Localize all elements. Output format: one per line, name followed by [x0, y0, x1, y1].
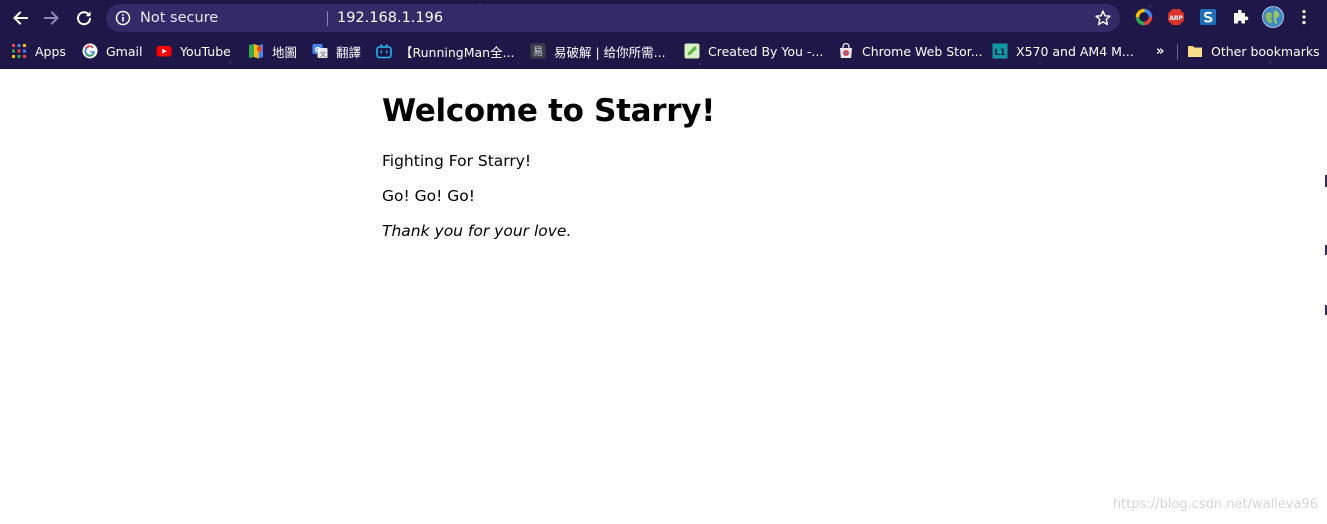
extensions-button[interactable] [1230, 7, 1250, 27]
bookmark-label: X570 and AM4 M... [1016, 43, 1134, 59]
browser-menu-button[interactable] [1294, 7, 1314, 27]
bookmarks-divider [1177, 44, 1178, 60]
profile-avatar[interactable] [1262, 6, 1284, 28]
extension-adblock-plus[interactable]: ABP [1166, 7, 1186, 27]
bookmark-label: Created By You -... [708, 43, 824, 59]
bookmark-yipojie[interactable]: 易 易破解 | 给你所需... [530, 40, 666, 62]
page-line-go: Go! Go! Go! [382, 187, 475, 205]
l1-icon: L1 [992, 43, 1008, 59]
info-icon[interactable] [115, 10, 131, 26]
bookmark-created-by-you[interactable]: Created By You -... [684, 40, 823, 62]
site-yi-icon: 易 [530, 43, 546, 59]
bookmark-other-bookmarks[interactable]: Other bookmarks [1187, 40, 1320, 62]
watermark-text: https://blog.csdn.net/walleva96 [1112, 497, 1318, 512]
reload-button[interactable] [72, 6, 96, 30]
page-content: Welcome to Starry! Fighting For Starry! … [382, 69, 1282, 240]
avatar-earth-icon [1262, 6, 1284, 28]
bookmark-translate[interactable]: G 文 翻譯 [312, 40, 361, 62]
bookmark-maps[interactable]: 地圖 [248, 40, 297, 62]
bookmark-label: 翻譯 [336, 44, 362, 60]
adblock-icon: ABP [1168, 9, 1184, 25]
reload-icon [77, 11, 92, 26]
browser-toolbar: Not secure ABP [0, 0, 1327, 36]
security-status-label[interactable]: Not secure [140, 10, 218, 26]
svg-text:易: 易 [533, 46, 543, 58]
bookmark-youtube[interactable]: YouTube [156, 40, 231, 62]
arrow-left-icon [13, 11, 28, 25]
youtube-icon [156, 43, 172, 59]
page-line-thanks: Thank you for your love. [382, 222, 572, 240]
translate-icon: G 文 [312, 43, 328, 59]
color-ring-icon [1135, 8, 1153, 26]
arrow-right-icon [44, 11, 59, 25]
omnibox-divider [327, 11, 328, 26]
bookmark-label: Gmail [106, 43, 143, 59]
bookmarks-bar: Apps Gmail YouTube 地圖 G 文 翻譯 【RunningMan… [0, 38, 1327, 64]
bookmark-label: Chrome Web Stor... [862, 43, 983, 59]
page-line-fighting: Fighting For Starry! [382, 152, 532, 170]
bookmark-apps[interactable]: Apps [11, 40, 66, 62]
puzzle-icon [1234, 9, 1249, 24]
extension-colorful-ring[interactable] [1134, 7, 1154, 27]
folder-icon [1187, 43, 1203, 59]
bookmark-label: 地圖 [272, 44, 298, 60]
url-input[interactable] [337, 4, 1077, 32]
bookmark-label: Other bookmarks [1211, 43, 1320, 59]
kebab-menu-icon [1302, 9, 1306, 25]
bookmark-star-icon[interactable] [1094, 9, 1112, 27]
svg-text:L1: L1 [994, 48, 1005, 58]
bookmark-chrome-web-store[interactable]: Chrome Web Stor... [838, 40, 983, 62]
pencil-icon [684, 43, 700, 59]
browser-chrome: Not secure ABP [0, 0, 1327, 69]
bookmark-gmail[interactable]: Gmail [82, 40, 142, 62]
back-button[interactable] [8, 6, 32, 30]
apps-grid-icon [11, 43, 27, 59]
bookmark-runningman[interactable]: 【RunningMan全... [376, 40, 515, 62]
bookmarks-overflow-chevron: » [1156, 43, 1165, 59]
s-extension-icon [1200, 9, 1216, 25]
svg-text:文: 文 [320, 51, 326, 59]
page-heading: Welcome to Starry! [382, 93, 716, 129]
extension-s[interactable] [1198, 7, 1218, 27]
bookmark-label: YouTube [180, 43, 231, 59]
bookmark-label: 【RunningMan全... [400, 44, 515, 60]
bookmark-label: 易破解 | 给你所需... [554, 44, 666, 60]
svg-text:ABP: ABP [1169, 15, 1183, 22]
google-icon [82, 43, 98, 59]
bookmark-label: Apps [35, 43, 66, 59]
webstore-icon [838, 43, 854, 59]
bilibili-icon [376, 43, 392, 59]
bookmark-x570[interactable]: L1 X570 and AM4 M... [992, 40, 1134, 62]
omnibox[interactable]: Not secure [106, 4, 1120, 32]
maps-icon [248, 43, 264, 59]
forward-button[interactable] [40, 6, 64, 30]
bookmarks-overflow-button[interactable]: » [1156, 40, 1164, 62]
